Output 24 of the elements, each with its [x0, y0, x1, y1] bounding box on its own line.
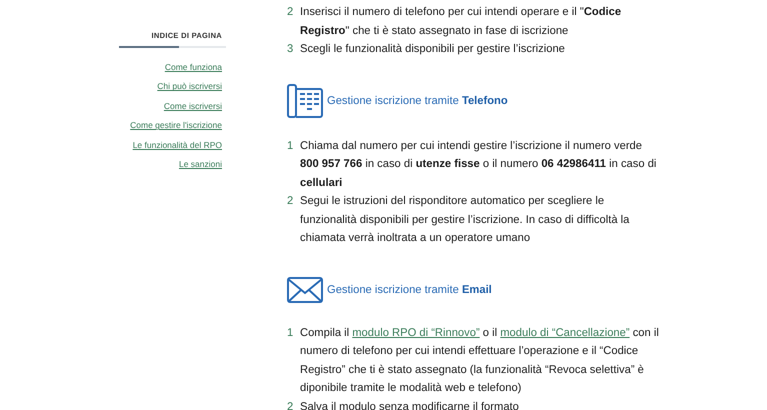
index-link[interactable]: Chi può iscriversi: [157, 77, 222, 97]
index-link[interactable]: Le sanzioni: [178, 155, 222, 174]
section-heading: Gestione iscrizione tramite Email: [327, 284, 492, 296]
index-link[interactable]: Come iscriversi: [164, 96, 222, 116]
index-link[interactable]: Le funzionalità del RPO: [132, 136, 222, 156]
envelope-icon: [287, 276, 323, 302]
step-text: Segui le istruzioni del risponditore automatico per scegliere le funzionalità disponibili per gestire l’iscrizione. In caso di difficoltà la chiamata verrà inoltrata a un operatore umano: [300, 194, 630, 246]
step-text: Scegli le funzionalità disponibili per gestire l’iscrizione: [300, 42, 566, 57]
step-text: Inserisci il numero di telefono per cui intendi operare e il "Codice Registro" che ti è stato assegnato in fase di iscrizione: [300, 5, 622, 38]
step-number: 2: [287, 5, 294, 20]
step-number: 1: [287, 138, 294, 154]
section-heading: Gestione iscrizione tramite Telefono: [327, 94, 508, 106]
form-link[interactable]: modulo RPO di “Rinnovo”: [352, 326, 480, 338]
form-link[interactable]: modulo di “Cancellazione”: [500, 326, 630, 338]
index-link[interactable]: Come funziona: [164, 58, 222, 78]
index-link[interactable]: Come gestire l'iscrizione: [130, 116, 222, 136]
step-text: Compila il modulo RPO di “Rinnovo” o il modulo di “Cancellazione” con il numero di telefono per cui intendi effettuare l’operazione e il “Codice Registro” che ti è stato assegnato (la funzionalità “Revoca selettiva” è diponibile tramite le modalità web e telefono): [300, 326, 659, 396]
step-text: Salva il modulo senza modificarne il formato: [300, 400, 520, 410]
step-number: 3: [287, 42, 294, 57]
step-number: 2: [287, 194, 294, 209]
phone-icon: [287, 84, 323, 118]
step-number: 1: [287, 326, 294, 340]
step-text: Chiama dal numero per cui intendi gestire l’iscrizione il numero verde 800 957 766 in caso di utenze fisse o il numero 06 42986411 in caso di cellulari: [300, 138, 658, 190]
step-number: 2: [287, 400, 294, 410]
